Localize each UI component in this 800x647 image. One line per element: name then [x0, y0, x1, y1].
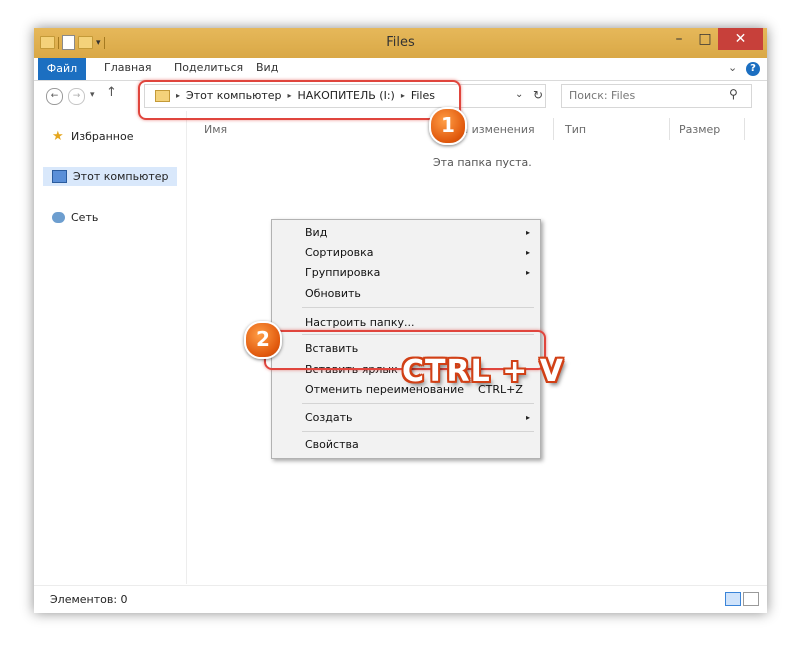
- column-divider[interactable]: [669, 118, 670, 140]
- menu-separator: [302, 431, 534, 432]
- tab-view[interactable]: Вид: [256, 61, 278, 74]
- column-divider[interactable]: [744, 118, 745, 140]
- address-highlight-frame: [138, 80, 461, 120]
- navigation-pane: ★ Избранное Этот компьютер Сеть: [34, 111, 187, 584]
- nav-item-label: Избранное: [71, 130, 134, 143]
- details-view-icon[interactable]: [725, 592, 741, 606]
- submenu-arrow-icon: ▸: [526, 228, 531, 237]
- nav-item-label: Этот компьютер: [73, 170, 169, 183]
- nav-item-favorites[interactable]: ★ Избранное: [52, 130, 133, 143]
- refresh-icon[interactable]: ↻: [533, 88, 543, 102]
- column-header-name[interactable]: Имя: [204, 123, 227, 136]
- menu-item-customize-folder[interactable]: Настроить папку...: [305, 316, 414, 329]
- submenu-arrow-icon: ▸: [526, 413, 531, 422]
- column-divider[interactable]: [553, 118, 554, 140]
- menu-separator: [302, 403, 534, 404]
- computer-icon: [52, 170, 67, 183]
- minimize-button[interactable]: –: [666, 28, 692, 50]
- submenu-arrow-icon: ▸: [526, 268, 531, 277]
- tab-file[interactable]: Файл: [38, 58, 86, 80]
- search-icon[interactable]: ⚲: [729, 87, 738, 101]
- menu-item-view[interactable]: Вид: [305, 226, 327, 239]
- menu-item-new[interactable]: Создать: [305, 411, 353, 424]
- nav-item-label: Сеть: [71, 211, 99, 224]
- menu-item-group[interactable]: Группировка: [305, 266, 380, 279]
- recent-locations-icon[interactable]: ▾: [90, 90, 95, 100]
- empty-folder-message: Эта папка пуста.: [433, 156, 532, 169]
- tab-home[interactable]: Главная: [104, 61, 152, 74]
- network-icon: [52, 212, 65, 223]
- help-icon[interactable]: ?: [746, 62, 760, 76]
- address-dropdown-icon[interactable]: ⌄: [515, 89, 523, 100]
- item-count: Элементов: 0: [50, 593, 128, 606]
- ribbon-expand-icon[interactable]: ⌄: [728, 61, 737, 74]
- back-button[interactable]: ←: [46, 88, 63, 105]
- maximize-button[interactable]: □: [692, 28, 718, 50]
- window-title: Files: [386, 35, 415, 50]
- ribbon-tabs: Файл Главная Поделиться Вид ⌄ ?: [34, 58, 767, 81]
- step-badge-2: 2: [244, 321, 282, 359]
- large-icons-view-icon[interactable]: [743, 592, 759, 606]
- menu-item-refresh[interactable]: Обновить: [305, 287, 361, 300]
- star-icon: ★: [52, 129, 64, 144]
- status-bar: Элементов: 0: [34, 585, 767, 613]
- hotkey-callout: CTRL + V: [402, 354, 564, 389]
- title-bar: ▾ Files – □ ✕: [34, 28, 767, 58]
- column-header-size[interactable]: Размер: [679, 123, 720, 136]
- menu-item-sort[interactable]: Сортировка: [305, 246, 374, 259]
- nav-item-this-pc[interactable]: Этот компьютер: [43, 167, 177, 186]
- up-button[interactable]: ↑: [106, 85, 117, 100]
- nav-item-network[interactable]: Сеть: [52, 211, 98, 224]
- step-badge-1: 1: [429, 107, 467, 145]
- menu-separator: [302, 307, 534, 308]
- tab-share[interactable]: Поделиться: [174, 61, 243, 74]
- column-header-type[interactable]: Тип: [565, 123, 586, 136]
- forward-button[interactable]: →: [68, 88, 85, 105]
- submenu-arrow-icon: ▸: [526, 248, 531, 257]
- close-button[interactable]: ✕: [718, 28, 763, 50]
- search-input[interactable]: Поиск: Files: [569, 89, 635, 102]
- search-box[interactable]: Поиск: Files ⚲: [561, 84, 752, 108]
- menu-item-properties[interactable]: Свойства: [305, 438, 359, 451]
